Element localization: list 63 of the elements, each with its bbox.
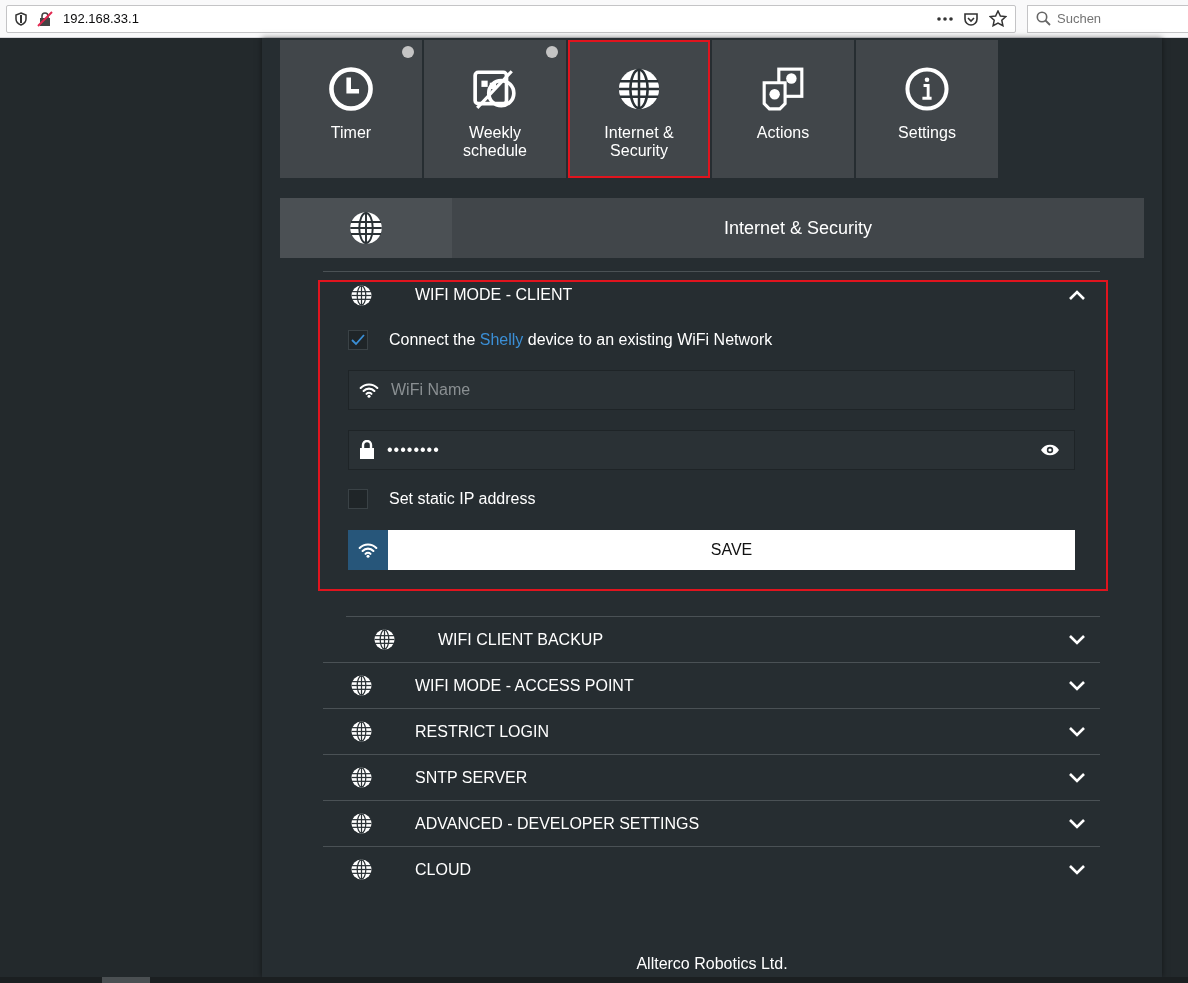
section-title: ADVANCED - DEVELOPER SETTINGS xyxy=(415,814,701,833)
nav-tile[interactable]: Internet & Security xyxy=(568,40,710,178)
section-title: WIFI MODE - ACCESS POINT xyxy=(415,676,635,695)
page-title: Internet & Security xyxy=(452,198,1144,258)
section-title: WIFI MODE - CLIENT xyxy=(415,286,574,304)
section-title: WIFI CLIENT BACKUP xyxy=(438,630,605,649)
more-icon[interactable] xyxy=(937,16,953,21)
globe-icon xyxy=(350,766,373,789)
section-header[interactable]: CLOUD xyxy=(323,847,1100,892)
globe-icon xyxy=(373,628,396,651)
chevron-down-icon[interactable] xyxy=(1068,634,1086,645)
chevron-down-icon[interactable] xyxy=(1068,772,1086,783)
nav-tile[interactable]: Weekly schedule xyxy=(424,40,566,178)
checkbox[interactable] xyxy=(348,489,368,509)
nav-tile[interactable]: Timer xyxy=(280,40,422,178)
globe-icon xyxy=(616,66,662,112)
nav-tile[interactable]: Settings xyxy=(856,40,998,178)
insecure-lock-icon[interactable] xyxy=(37,10,53,27)
lock-icon xyxy=(359,440,375,460)
search-icon xyxy=(1036,11,1051,26)
shield-icon[interactable] xyxy=(15,11,27,26)
pocket-icon[interactable] xyxy=(963,10,979,27)
section-title: CLOUD xyxy=(415,860,472,879)
globe-icon xyxy=(350,283,373,307)
documents-icon xyxy=(760,66,806,112)
section-header[interactable]: SNTP SERVER xyxy=(323,755,1100,800)
chevron-down-icon[interactable] xyxy=(1068,864,1086,875)
address-bar[interactable]: 192.168.33.1 xyxy=(6,4,1016,33)
save-button[interactable]: SAVE xyxy=(348,530,1075,570)
nav-tile[interactable]: Actions xyxy=(712,40,854,178)
chevron-down-icon[interactable] xyxy=(1068,680,1086,691)
wifi-icon xyxy=(358,542,378,558)
search-field[interactable]: Suchen xyxy=(1027,4,1188,33)
clock-icon xyxy=(328,66,374,112)
wifi-name-field[interactable]: WiFi Name xyxy=(348,370,1075,410)
star-icon[interactable] xyxy=(989,10,1007,27)
chevron-up-icon[interactable] xyxy=(1068,289,1086,301)
section-header[interactable]: WIFI CLIENT BACKUP xyxy=(346,617,1100,662)
section-header[interactable]: WIFI MODE - CLIENT xyxy=(320,282,1106,308)
horizontal-scrollbar[interactable] xyxy=(0,977,1188,983)
chevron-down-icon[interactable] xyxy=(1068,726,1086,737)
globe-icon xyxy=(348,210,384,246)
globe-icon xyxy=(350,812,373,835)
device-link[interactable]: Shelly xyxy=(479,331,524,348)
url-text: 192.168.33.1 xyxy=(63,11,139,26)
wifi-icon xyxy=(359,382,379,398)
globe-icon xyxy=(350,674,373,697)
info-icon xyxy=(904,66,950,112)
chevron-down-icon[interactable] xyxy=(1068,818,1086,829)
section-title: SNTP SERVER xyxy=(415,768,529,787)
section-header[interactable]: RESTRICT LOGIN xyxy=(323,709,1100,754)
password-field[interactable]: •••••••• xyxy=(348,430,1075,470)
checkbox[interactable] xyxy=(348,330,368,350)
checkbox-label: Set static IP address xyxy=(389,490,536,508)
eye-icon[interactable] xyxy=(1040,443,1060,457)
checkbox-label: Connect the Shelly device to an existing WiFi Network xyxy=(389,331,773,349)
section-title: RESTRICT LOGIN xyxy=(415,722,550,741)
scrollbar-thumb[interactable] xyxy=(102,977,150,983)
footer-text: Allterco Robotics Ltd. xyxy=(636,955,788,972)
globe-icon xyxy=(350,720,373,743)
section-header[interactable]: ADVANCED - DEVELOPER SETTINGS xyxy=(323,801,1100,846)
globe-icon xyxy=(350,858,373,881)
section-header[interactable]: WIFI MODE - ACCESS POINT xyxy=(323,663,1100,708)
